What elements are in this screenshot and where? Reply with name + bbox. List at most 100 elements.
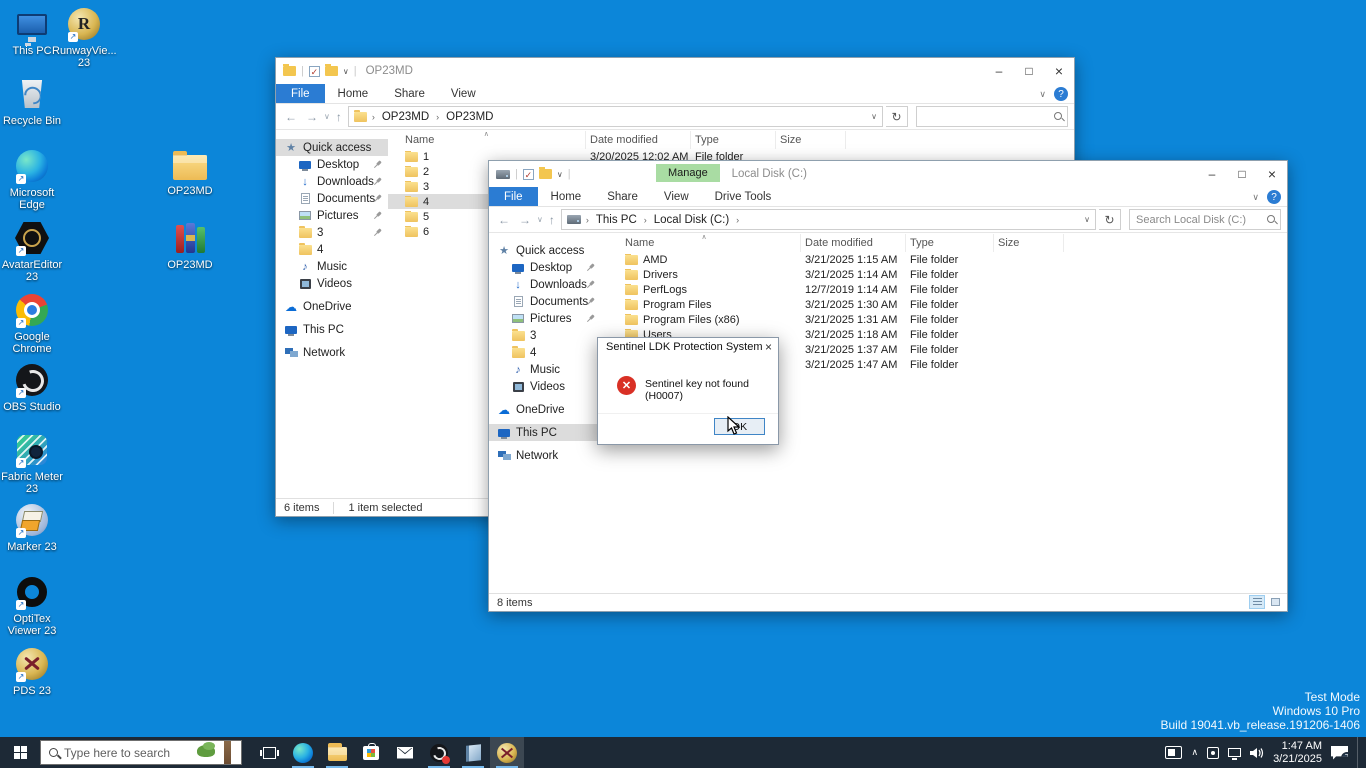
taskbar-search[interactable] (40, 740, 242, 765)
tab-file[interactable]: File (489, 187, 538, 206)
help-icon[interactable]: ? (1267, 190, 1281, 204)
up-button[interactable]: ↑ (333, 110, 345, 124)
taskbar-pds-button[interactable] (490, 737, 524, 768)
desktop-icon-fabric-meter[interactable]: ↗ Fabric Meter 23 (0, 432, 64, 495)
refresh-button[interactable]: ↻ (886, 106, 908, 127)
back-button[interactable]: ← (495, 213, 513, 227)
close-button[interactable]: × (1044, 58, 1074, 83)
tray-expand-icon[interactable]: ∧ (1191, 747, 1198, 758)
breadcrumb[interactable]: › This PC › Local Disk (C:) › ∨ (561, 209, 1096, 230)
column-header-name[interactable]: Name∧ (621, 234, 801, 252)
sidebar-item-downloads[interactable]: ↓Downloads (276, 173, 388, 190)
search-box[interactable] (1129, 209, 1281, 230)
desktop-icon-chrome[interactable]: ↗ Google Chrome (0, 292, 64, 355)
desktop-icon-runwayview[interactable]: R↗ RunwayVie... 23 (52, 6, 116, 69)
file-row[interactable]: AMD3/21/2025 1:15 AMFile folder (601, 252, 1287, 267)
desktop-icon-marker[interactable]: ↗ Marker 23 (0, 502, 64, 553)
help-icon[interactable]: ? (1054, 87, 1068, 101)
titlebar[interactable]: | ✓ ∨ | OP23MD – □ × (276, 58, 1074, 84)
tab-drive-tools[interactable]: Drive Tools (702, 187, 785, 206)
file-row[interactable]: Drivers3/21/2025 1:14 AMFile folder (601, 267, 1287, 282)
sidebar-item-pictures[interactable]: Pictures (276, 207, 388, 224)
sidebar-item-desktop[interactable]: Desktop (276, 156, 388, 173)
address-dropdown-icon[interactable]: ∨ (871, 112, 877, 121)
column-header-date[interactable]: Date modified (586, 131, 691, 149)
desktop-icon-edge[interactable]: ↗ Microsoft Edge (0, 148, 64, 211)
minimize-button[interactable]: – (984, 58, 1014, 83)
desktop-icon-recycle-bin[interactable]: Recycle Bin (0, 76, 64, 127)
maximize-button[interactable]: □ (1014, 58, 1044, 83)
sidebar-item-music[interactable]: ♪Music (276, 258, 388, 275)
sidebar-item-documents[interactable]: Documents (276, 190, 388, 207)
ribbon-collapse-icon[interactable]: ∨ (1252, 192, 1259, 203)
sidebar-item-pictures[interactable]: Pictures (489, 310, 601, 327)
back-button[interactable]: ← (282, 110, 300, 124)
sidebar-item-quick-access[interactable]: ★Quick access (276, 139, 388, 156)
minimize-button[interactable]: – (1197, 161, 1227, 186)
search-input[interactable] (1130, 210, 1280, 229)
tab-share[interactable]: Share (594, 187, 651, 206)
search-input[interactable] (917, 107, 1067, 126)
maximize-button[interactable]: □ (1227, 161, 1257, 186)
sidebar-item-3[interactable]: 3 (276, 224, 388, 241)
column-header-size[interactable]: Size (994, 234, 1064, 252)
sidebar-item-network[interactable]: Network (489, 447, 601, 464)
news-widget-icon[interactable] (1165, 746, 1182, 759)
column-header-type[interactable]: Type (906, 234, 994, 252)
refresh-button[interactable]: ↻ (1099, 209, 1121, 230)
taskbar-mail-button[interactable] (388, 737, 422, 768)
column-header-size[interactable]: Size (776, 131, 846, 149)
sidebar-item-music[interactable]: ♪Music (489, 361, 601, 378)
tab-view[interactable]: View (438, 84, 489, 103)
recent-locations-icon[interactable]: ∨ (537, 215, 543, 224)
taskbar-obs-button[interactable] (422, 737, 456, 768)
file-row[interactable]: PerfLogs12/7/2019 1:14 AMFile folder (601, 282, 1287, 297)
sidebar-item-quick-access[interactable]: ★Quick access (489, 242, 601, 259)
sidebar-item-downloads[interactable]: ↓Downloads (489, 276, 601, 293)
sidebar-item-4[interactable]: 4 (276, 241, 388, 258)
up-button[interactable]: ↑ (546, 213, 558, 227)
sidebar-item-3[interactable]: 3 (489, 327, 601, 344)
tab-share[interactable]: Share (381, 84, 438, 103)
tab-file[interactable]: File (276, 84, 325, 103)
sidebar-item-onedrive[interactable]: ☁OneDrive (489, 401, 601, 418)
thumbnail-view-button[interactable] (1267, 595, 1283, 609)
volume-icon[interactable] (1250, 747, 1264, 759)
qat-properties-icon[interactable]: ✓ (523, 169, 534, 180)
network-icon[interactable] (1228, 748, 1241, 757)
show-desktop-button[interactable] (1357, 737, 1362, 768)
desktop-icon-pds[interactable]: ↗ PDS 23 (0, 646, 64, 697)
file-row[interactable]: Program Files3/21/2025 1:30 AMFile folde… (601, 297, 1287, 312)
taskbar-store-button[interactable] (354, 737, 388, 768)
breadcrumb-segment[interactable]: OP23MD (444, 111, 495, 123)
breadcrumb-segment[interactable]: OP23MD (380, 111, 431, 123)
sidebar-item-4[interactable]: 4 (489, 344, 601, 361)
qat-new-folder-icon[interactable] (539, 169, 552, 179)
breadcrumb[interactable]: › OP23MD › OP23MD ∨ (348, 106, 883, 127)
tab-home[interactable]: Home (325, 84, 382, 103)
qat-properties-icon[interactable]: ✓ (309, 66, 320, 77)
desktop-icon-optitex-viewer[interactable]: ↗ OptiTex Viewer 23 (0, 574, 64, 637)
forward-button[interactable]: → (303, 110, 321, 124)
qat-dropdown-icon[interactable]: ∨ (557, 170, 563, 179)
sidebar-item-onedrive[interactable]: ☁OneDrive (276, 298, 388, 315)
action-center-icon[interactable]: 7 (1331, 746, 1348, 760)
recent-locations-icon[interactable]: ∨ (324, 112, 330, 121)
column-header-type[interactable]: Type (691, 131, 776, 149)
clock[interactable]: 1:47 AM 3/21/2025 (1273, 740, 1322, 766)
taskbar-explorer-button[interactable] (320, 737, 354, 768)
sidebar-item-documents[interactable]: Documents (489, 293, 601, 310)
breadcrumb-segment[interactable]: Local Disk (C:) (652, 214, 731, 226)
search-box[interactable] (916, 106, 1068, 127)
task-view-button[interactable] (252, 737, 286, 768)
tray-app-icon[interactable] (1207, 747, 1219, 759)
tab-view[interactable]: View (651, 187, 702, 206)
qat-new-folder-icon[interactable] (325, 66, 338, 76)
details-view-button[interactable] (1249, 595, 1265, 609)
desktop-icon-op23md-folder[interactable]: OP23MD (158, 146, 222, 197)
desktop-icon-avatareditor[interactable]: ↗ AvatarEditor 23 (0, 220, 64, 283)
taskbar-notebook-app-button[interactable] (456, 737, 490, 768)
dialog-close-button[interactable]: × (765, 340, 772, 354)
file-row[interactable]: Program Files (x86)3/21/2025 1:31 AMFile… (601, 312, 1287, 327)
titlebar[interactable]: | ✓ ∨ | Manage Local Disk (C:) – □ × (489, 161, 1287, 187)
